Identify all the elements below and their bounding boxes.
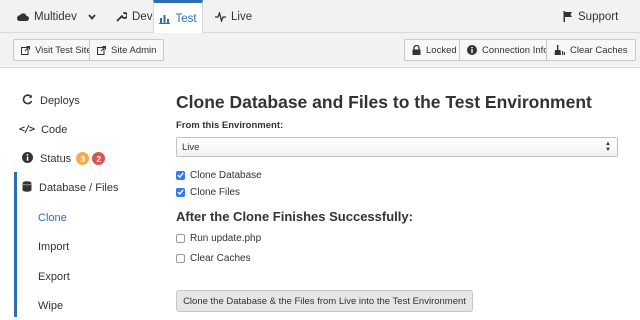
run-update-option[interactable]: Run update.php [176,231,261,245]
from-environment-select[interactable]: Live ▲ ▼ [176,137,618,157]
cloud-icon [16,12,29,21]
select-arrows-icon: ▲ ▼ [605,141,611,153]
clone-database-checkbox[interactable] [176,170,185,180]
site-admin-label: Site Admin [111,44,157,56]
tab-dev[interactable]: Dev [116,0,152,33]
sidebar-item-label: Clone [38,211,67,224]
clear-caches-option[interactable]: Clear Caches [176,251,251,265]
sidebar-item-wipe[interactable]: Wipe [0,291,155,320]
support-link[interactable]: Support [563,0,618,33]
sidebar-item-database-files[interactable]: Database / Files [0,173,155,202]
broom-icon [554,45,565,55]
connection-info-button[interactable]: Connection Info [459,39,557,61]
visit-test-site-label: Visit Test Site [35,44,92,56]
sidebar-item-label: Database / Files [39,181,119,194]
info-icon [467,45,477,55]
lock-icon [412,45,421,55]
sidebar-item-label: Code [41,123,68,136]
clear-caches-label: Clear Caches [570,44,628,56]
flag-icon [563,11,573,22]
run-update-checkbox[interactable] [176,233,185,243]
external-link-icon [21,45,30,55]
chevron-down-icon [88,13,96,20]
code-icon: </> [19,124,35,135]
wrench-icon [116,11,127,22]
sidebar-item-code[interactable]: </> Code [0,115,155,144]
locked-label: Locked [426,44,457,56]
info-icon [22,151,33,166]
clone-files-option[interactable]: Clone Files [176,185,240,199]
support-label: Support [578,10,619,23]
from-environment-label: From this Environment: [176,120,284,131]
after-clone-heading: After the Clone Finishes Successfully: [176,209,413,224]
workflow-sidebar: Deploys </> Code Status 3 2 Database / F… [0,84,155,317]
sidebar-item-deploys[interactable]: Deploys [0,86,155,115]
tab-dev-label: Dev [132,10,153,23]
sidebar-item-label: Import [38,240,70,253]
site-admin-button[interactable]: Site Admin [89,39,165,61]
clone-files-label: Clone Files [190,186,241,198]
sidebar-item-export[interactable]: Export [0,262,155,291]
connection-info-label: Connection Info [482,44,549,56]
tab-multidev-label: Multidev [34,10,77,23]
warning-count-badge: 3 [76,152,90,165]
sidebar-item-clone[interactable]: Clone [0,203,155,232]
sidebar-item-label: Export [38,270,70,283]
tab-test-label: Test [175,12,197,25]
visit-test-site-button[interactable]: Visit Test Site [13,39,100,61]
page-title: Clone Database and Files to the Test Env… [176,92,592,112]
sidebar-item-label: Wipe [38,299,64,312]
database-icon [22,180,32,195]
tab-test[interactable]: Test [153,0,203,34]
tab-multidev[interactable]: Multidev [16,0,96,33]
sidebar-item-status[interactable]: Status 3 2 [0,144,155,173]
site-toolbar: Visit Test Site Site Admin Locked Connec… [0,33,640,68]
environment-tab-bar: Multidev Dev Test Live Support [0,0,640,34]
pulse-icon [215,11,226,22]
from-environment-value: Live [182,141,200,153]
clone-database-option[interactable]: Clone Database [176,168,262,182]
clear-caches-button[interactable]: Clear Caches [546,39,636,61]
error-count-badge: 2 [92,152,106,165]
clear-caches-checkbox[interactable] [176,253,185,263]
clone-files-checkbox[interactable] [176,187,185,197]
sidebar-item-import[interactable]: Import [0,232,155,261]
tab-live-label: Live [231,10,253,23]
refresh-icon [22,93,33,108]
sidebar-item-label: Deploys [40,94,80,107]
clear-caches-option-label: Clear Caches [190,252,251,264]
tab-live[interactable]: Live [215,0,252,33]
external-link-icon [97,45,106,55]
clone-database-label: Clone Database [190,169,262,181]
sidebar-item-label: Status [40,152,72,165]
bar-chart-icon [159,14,171,24]
clone-submit-button[interactable]: Clone the Database & the Files from Live… [176,290,473,312]
locked-button[interactable]: Locked [404,39,465,61]
run-update-label: Run update.php [190,232,262,244]
